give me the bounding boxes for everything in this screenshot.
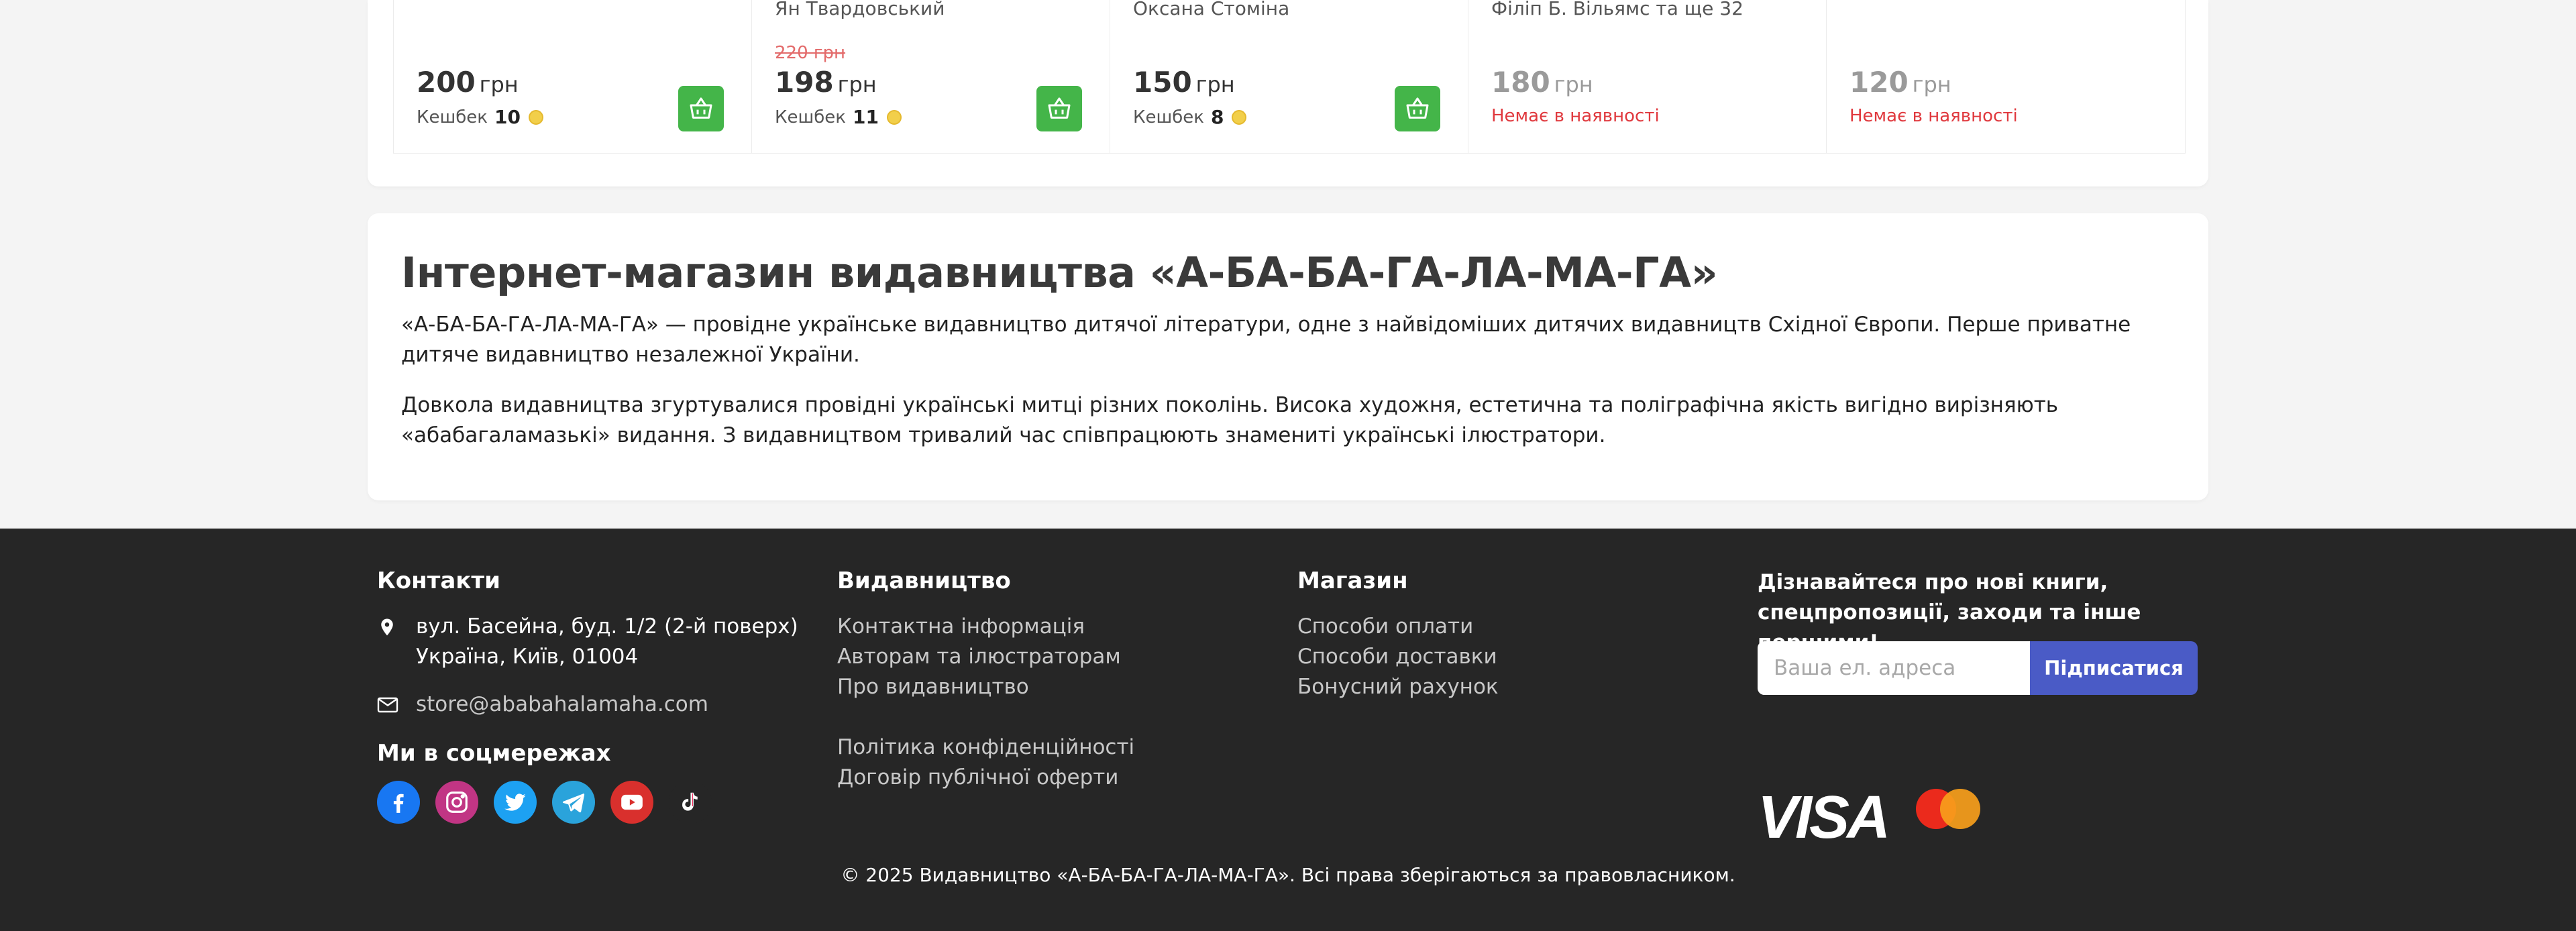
social-links: [377, 781, 712, 824]
email-input[interactable]: [1758, 641, 2030, 695]
youtube-icon[interactable]: [610, 781, 653, 824]
tiktok-icon[interactable]: [669, 781, 712, 824]
telegram-icon[interactable]: [552, 781, 595, 824]
links-spacer: [837, 702, 1134, 732]
basket-icon: [690, 97, 712, 119]
coin-icon: [528, 109, 543, 125]
product-card[interactable]: Оксана Стоміна 150 грн Кешбек 8: [1110, 0, 1468, 153]
mastercard-logo: [1916, 789, 1980, 829]
product-card[interactable]: 120 грн Немає в наявності: [1827, 0, 2185, 153]
out-of-stock-label: Немає в наявності: [1491, 106, 1660, 126]
coin-icon: [886, 109, 902, 125]
link-about-publisher[interactable]: Про видавництво: [837, 672, 1134, 702]
product-card[interactable]: Філіп Б. Вільямс та ще 32 180 грн Немає в…: [1468, 0, 1827, 153]
about-paragraph: Довкола видавництва згуртувалися провідн…: [401, 393, 2059, 447]
product-price: 180 грн: [1491, 66, 1593, 99]
subscribe-button[interactable]: Підписатися: [2030, 641, 2198, 695]
shop-links: Способи оплати Способи доставки Бонусний…: [1297, 612, 1499, 702]
link-authors-illustrators[interactable]: Авторам та ілюстраторам: [837, 642, 1134, 672]
cashback: Кешбек 10: [417, 106, 543, 128]
cashback: Кешбек 8: [1133, 106, 1247, 128]
product-strip: 200 грн Кешбек 10 Ян Твардовський 220 грн …: [368, 0, 2208, 186]
basket-icon: [1406, 97, 1429, 119]
out-of-stock-label: Немає в наявності: [1849, 106, 2018, 126]
product-row: 200 грн Кешбек 10 Ян Твардовський 220 грн …: [393, 0, 2186, 154]
link-bonus-account[interactable]: Бонусний рахунок: [1297, 672, 1499, 702]
publisher-title: Видавництво: [837, 567, 1011, 594]
cashback: Кешбек 11: [775, 106, 902, 128]
about-section: Інтернет-магазин видавництва «А-БА-БА-ГА…: [368, 213, 2208, 500]
product-price: 200 грн: [417, 66, 519, 99]
link-privacy-policy[interactable]: Політика конфіденційності: [837, 732, 1134, 763]
contacts-title: Контакти: [377, 567, 500, 594]
footer: Контакти вул. Басейна, буд. 1/2 (2-й пов…: [0, 529, 2576, 931]
product-author[interactable]: Ян Твардовський: [775, 0, 945, 19]
add-to-cart-button[interactable]: [1036, 86, 1082, 131]
add-to-cart-button[interactable]: [1395, 86, 1440, 131]
subscribe-form: Підписатися: [1758, 641, 2198, 695]
about-title: Інтернет-магазин видавництва «А-БА-БА-ГА…: [401, 248, 1718, 297]
product-price: 198 грн: [775, 66, 877, 99]
add-to-cart-button[interactable]: [678, 86, 724, 131]
mail-icon: [377, 690, 416, 720]
product-card[interactable]: Ян Твардовський 220 грн 198 грн Кешбек 11: [752, 0, 1110, 153]
product-author[interactable]: Оксана Стоміна: [1133, 0, 1289, 19]
product-card[interactable]: 200 грн Кешбек 10: [394, 0, 752, 153]
basket-icon: [1048, 97, 1071, 119]
link-delivery-methods[interactable]: Способи доставки: [1297, 642, 1499, 672]
email-link[interactable]: store@ababahalamaha.com: [416, 690, 708, 720]
copyright: © 2025 Видавництво «А-БА-БА-ГА-ЛА-МА-ГА»…: [841, 864, 1735, 886]
product-price: 120 грн: [1849, 66, 1951, 99]
link-contact-info[interactable]: Контактна інформація: [837, 612, 1134, 642]
product-price: 150 грн: [1133, 66, 1235, 99]
visa-logo: VISA: [1758, 784, 1890, 851]
publisher-links: Контактна інформація Авторам та ілюстрат…: [837, 612, 1134, 793]
shop-title: Магазин: [1297, 567, 1408, 594]
link-payment-methods[interactable]: Способи оплати: [1297, 612, 1499, 642]
email-contact[interactable]: store@ababahalamaha.com: [377, 690, 708, 720]
old-price: 220 грн: [775, 43, 846, 63]
about-paragraph: «А-БА-БА-ГА-ЛА-МА-ГА» — провідне українс…: [401, 313, 2131, 367]
social-title: Ми в соцмережах: [377, 740, 611, 767]
twitter-icon[interactable]: [494, 781, 537, 824]
address: вул. Басейна, буд. 1/2 (2-й поверх) Укра…: [377, 612, 798, 672]
instagram-icon[interactable]: [435, 781, 478, 824]
location-pin-icon: [377, 612, 416, 642]
link-public-offer[interactable]: Договір публічної оферти: [837, 763, 1134, 793]
facebook-icon[interactable]: [377, 781, 420, 824]
coin-icon: [1232, 109, 1247, 125]
product-author[interactable]: Філіп Б. Вільямс та ще 32: [1491, 0, 1743, 19]
